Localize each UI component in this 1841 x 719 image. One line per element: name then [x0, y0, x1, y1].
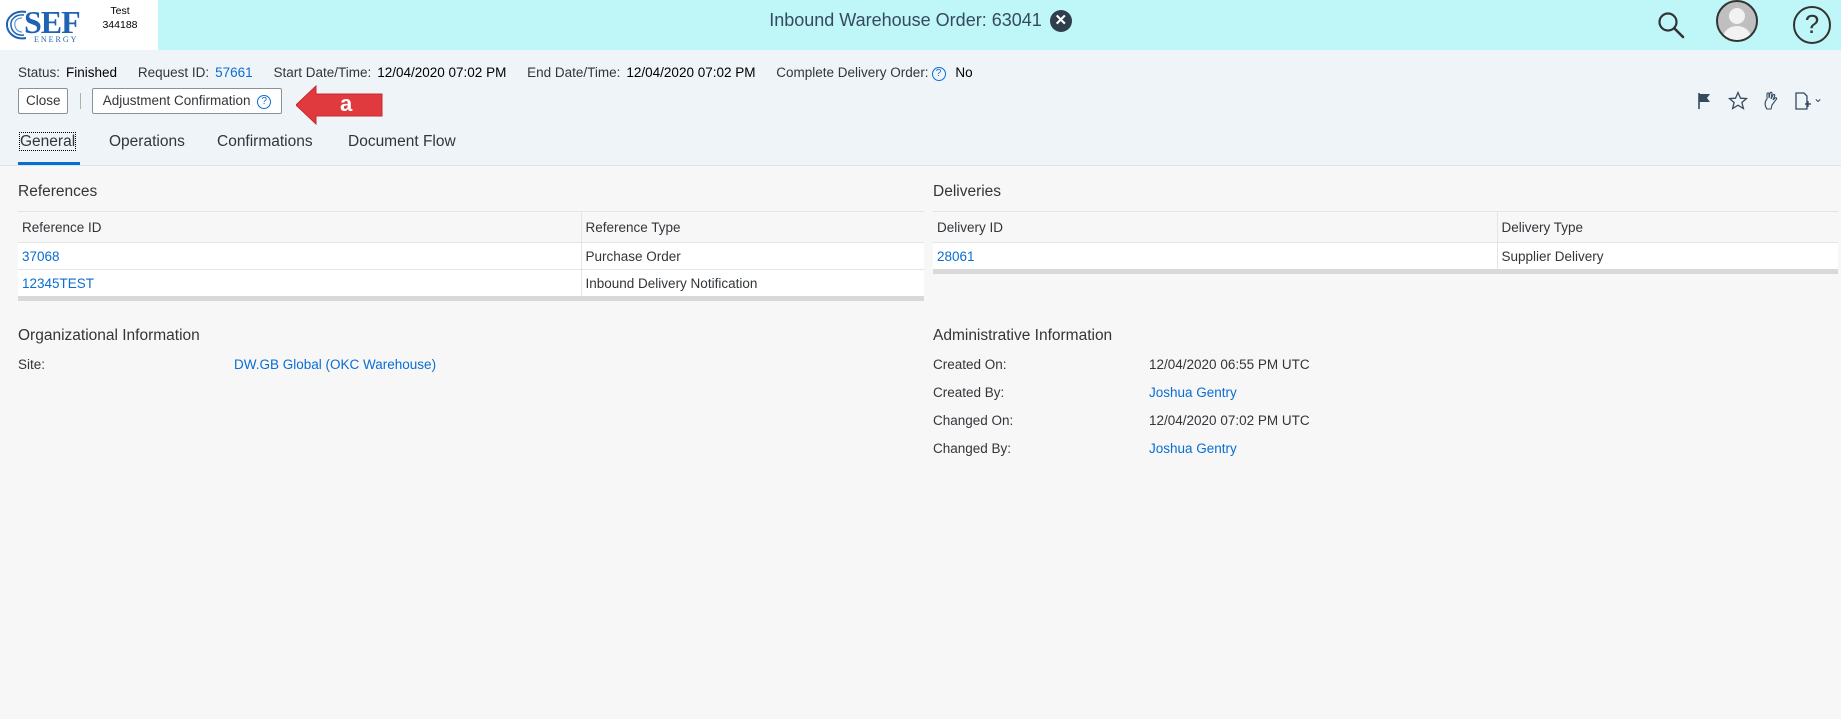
column-header-delivery-id[interactable]: Delivery ID	[933, 211, 1497, 243]
changed-by-row: Changed By: Joshua Gentry	[933, 441, 1533, 459]
changed-on-value: 12/04/2020 07:02 PM UTC	[1149, 413, 1310, 428]
reference-id-link[interactable]: 37068	[18, 242, 581, 270]
created-on-value: 12/04/2020 06:55 PM UTC	[1149, 357, 1310, 372]
search-icon[interactable]	[1653, 5, 1689, 45]
chevron-down-icon[interactable]: ⌄	[1813, 91, 1823, 105]
complete-delivery-label: Complete Delivery Order:	[776, 65, 929, 80]
tab-document-flow[interactable]: Document Flow	[348, 133, 456, 151]
table-header-row: Reference ID Reference Type	[18, 211, 924, 243]
column-header-delivery-type[interactable]: Delivery Type	[1496, 211, 1838, 243]
created-by-link[interactable]: Joshua Gentry	[1149, 385, 1237, 400]
administrative-info-title: Administrative Information	[933, 327, 1113, 344]
status-value: Finished	[66, 65, 118, 80]
status-attribute: Status: Finished	[18, 65, 117, 80]
created-by-label: Created By:	[933, 385, 1005, 400]
references-title: References	[18, 183, 98, 200]
table-row[interactable]: 12345TEST Inbound Delivery Notification	[18, 269, 924, 297]
add-page-icon[interactable]: ⌄	[1793, 90, 1823, 112]
tab-general[interactable]: General	[18, 132, 77, 151]
adjustment-confirmation-label: Adjustment Confirmation	[102, 93, 251, 108]
tab-document-flow-label: Document Flow	[348, 133, 456, 150]
references-table-footer	[18, 296, 924, 301]
deliveries-table: Delivery ID Delivery Type 28061 Supplier…	[933, 211, 1838, 270]
deliveries-title: Deliveries	[933, 183, 1002, 200]
table-row[interactable]: 28061 Supplier Delivery	[933, 242, 1838, 270]
shell-bar: SEF ENERGY Test 344188 Inbound Warehouse…	[0, 0, 1841, 50]
request-id-link[interactable]: 57661	[215, 65, 253, 80]
flag-icon[interactable]	[1694, 90, 1714, 112]
reference-type-cell: Inbound Delivery Notification	[580, 269, 924, 297]
created-by-row: Created By: Joshua Gentry	[933, 385, 1533, 403]
system-info: Test 344188	[94, 4, 146, 32]
tab-confirmations-label: Confirmations	[217, 133, 313, 150]
site-label: Site:	[18, 357, 46, 372]
delivery-id-link[interactable]: 28061	[933, 242, 1497, 270]
changed-by-link[interactable]: Joshua Gentry	[1149, 441, 1237, 456]
app-title-text[interactable]: Inbound Warehouse Order: 63041	[769, 10, 1042, 30]
system-client: 344188	[102, 19, 138, 31]
logo-area: SEF ENERGY Test 344188	[0, 0, 158, 50]
complete-delivery-attribute: Complete Delivery Order:? No	[776, 65, 973, 81]
changed-on-row: Changed On: 12/04/2020 07:02 PM UTC	[933, 413, 1533, 431]
annotation-callout: a	[295, 84, 386, 128]
adjustment-confirmation-button[interactable]: Adjustment Confirmation ?	[92, 88, 282, 114]
reference-id-link[interactable]: 12345TEST	[18, 269, 581, 297]
app-title: Inbound Warehouse Order: 63041 ✕	[0, 10, 1841, 32]
end-datetime-attribute: End Date/Time: 12/04/2020 07:02 PM	[527, 65, 755, 80]
references-table: Reference ID Reference Type 37068 Purcha…	[18, 211, 924, 297]
system-name: Test	[110, 5, 130, 17]
request-id-attribute: Request ID: 57661	[138, 65, 253, 80]
help-icon[interactable]: ?	[1792, 5, 1832, 45]
created-on-row: Created On: 12/04/2020 06:55 PM UTC	[933, 357, 1533, 375]
complete-delivery-value: No	[955, 65, 973, 80]
tab-operations-label: Operations	[109, 133, 185, 150]
start-datetime-value: 12/04/2020 07:02 PM	[377, 65, 507, 80]
tab-general-label: General	[18, 132, 77, 151]
close-button[interactable]: Close	[18, 88, 68, 114]
close-circle-icon[interactable]: ✕	[1049, 10, 1072, 32]
end-datetime-value: 12/04/2020 07:02 PM	[626, 65, 756, 80]
toolbar-separator	[80, 93, 81, 109]
changed-by-label: Changed By:	[933, 441, 1012, 456]
site-link[interactable]: DW.GB Global (OKC Warehouse)	[234, 357, 436, 372]
bookmark-icon[interactable]	[1760, 90, 1782, 112]
status-label: Status:	[18, 65, 61, 80]
start-datetime-label: Start Date/Time:	[273, 65, 372, 80]
reference-type-cell: Purchase Order	[580, 242, 924, 270]
header-attributes: Status: Finished Request ID: 57661 Start D…	[18, 65, 990, 81]
favorite-icon[interactable]	[1727, 90, 1749, 112]
delivery-type-cell: Supplier Delivery	[1496, 242, 1838, 270]
changed-on-label: Changed On:	[933, 413, 1014, 428]
organizational-info-title: Organizational Information	[18, 327, 200, 344]
column-header-reference-type[interactable]: Reference Type	[580, 211, 924, 243]
tab-confirmations[interactable]: Confirmations	[217, 133, 313, 151]
site-row: Site: DW.GB Global (OKC Warehouse)	[18, 357, 618, 375]
column-header-reference-id[interactable]: Reference ID	[18, 211, 581, 243]
help-circle-icon: ?	[257, 95, 272, 109]
deliveries-table-footer	[933, 269, 1838, 274]
request-id-label: Request ID:	[137, 65, 210, 80]
start-datetime-attribute: Start Date/Time: 12/04/2020 07:02 PM	[273, 65, 506, 80]
end-datetime-label: End Date/Time:	[527, 65, 621, 80]
callout-label: a	[340, 91, 353, 116]
logo-subtext: ENERGY	[34, 35, 79, 44]
active-tab-indicator	[18, 162, 80, 165]
company-logo[interactable]: SEF ENERGY	[4, 4, 86, 44]
table-header-row: Delivery ID Delivery Type	[933, 211, 1838, 243]
tab-operations[interactable]: Operations	[109, 133, 185, 151]
user-avatar-icon[interactable]	[1716, 0, 1758, 42]
created-on-label: Created On:	[933, 357, 1007, 372]
help-circle-icon[interactable]: ?	[931, 67, 946, 81]
table-row[interactable]: 37068 Purchase Order	[18, 242, 924, 270]
